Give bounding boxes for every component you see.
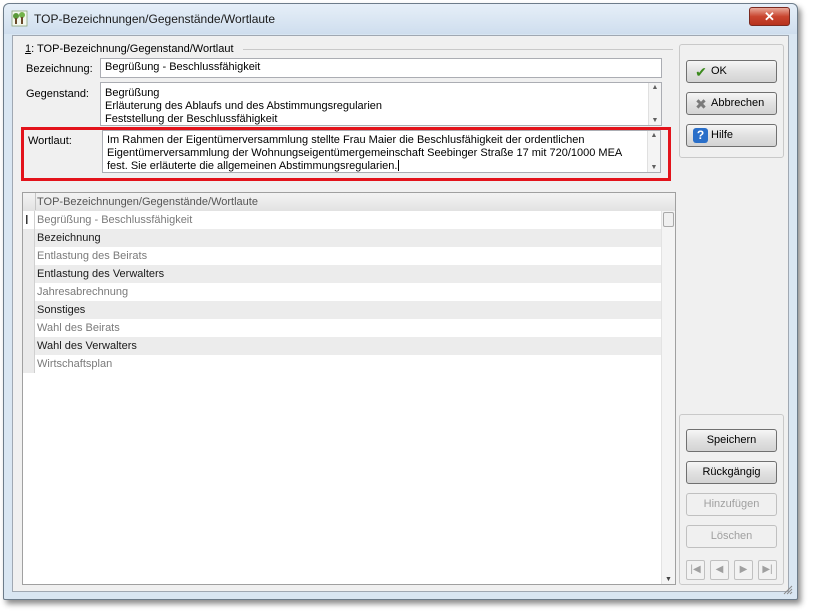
save-button[interactable]: Speichern <box>686 429 777 452</box>
table-row[interactable]: Wahl des Verwalters <box>23 337 663 355</box>
checkmark-icon: ✔ <box>695 64 707 80</box>
table-row[interactable]: Entlastung des Verwalters <box>23 265 663 283</box>
scroll-down-icon[interactable]: ▼ <box>662 576 675 583</box>
row-selector[interactable] <box>23 301 35 319</box>
undo-button[interactable]: Rückgängig <box>686 461 777 484</box>
delete-button[interactable]: Löschen <box>686 525 777 548</box>
row-selector[interactable]: I <box>23 211 35 229</box>
gegenstand-scrollbar[interactable]: ▲ ▼ <box>648 83 661 125</box>
table-row[interactable]: I Begrüßung - Beschlussfähigkeit <box>23 211 663 229</box>
group-divider <box>243 49 673 50</box>
grid-corner <box>23 193 36 210</box>
table-row[interactable]: Wirtschaftsplan <box>23 355 663 373</box>
gegenstand-textarea[interactable]: Begrüßung Erläuterung des Ablaufs und de… <box>100 82 662 126</box>
row-selector[interactable] <box>23 283 35 301</box>
scroll-down-icon[interactable]: ▼ <box>650 116 660 125</box>
next-record-button[interactable]: ▶ <box>734 560 753 580</box>
first-icon: |◀ <box>690 564 701 575</box>
gegenstand-line: Feststellung der Beschlussfähigkeit <box>105 113 278 125</box>
close-button[interactable]: ✕ <box>749 7 790 26</box>
title-bar[interactable]: TOP-Bezeichnungen/Gegenstände/Wortlaute … <box>4 4 797 34</box>
close-icon: ✕ <box>764 9 775 24</box>
bezeichnung-value: Begrüßung - Beschlussfähigkeit <box>105 61 261 73</box>
table-row[interactable]: Bezeichnung <box>23 229 663 247</box>
row-selector[interactable] <box>23 265 35 283</box>
row-selector[interactable] <box>23 229 35 247</box>
app-tree-icon <box>11 10 28 27</box>
bezeichnung-input[interactable]: Begrüßung - Beschlussfähigkeit <box>100 58 662 78</box>
table-row[interactable]: Entlastung des Beirats <box>23 247 663 265</box>
group-title: 1: TOP-Bezeichnung/Gegenstand/Wortlaut <box>25 43 234 55</box>
table-row[interactable]: Jahresabrechnung <box>23 283 663 301</box>
ok-button[interactable]: ✔ OK <box>686 60 777 83</box>
cancel-button[interactable]: ✖ Abbrechen <box>686 92 777 115</box>
scroll-up-icon[interactable]: ▲ <box>650 83 660 92</box>
gegenstand-line: Begrüßung <box>105 87 160 99</box>
gegenstand-line: Erläuterung des Ablaufs und des Abstimmu… <box>105 100 383 112</box>
grid-header: TOP-Bezeichnungen/Gegenstände/Wortlaute <box>23 193 675 212</box>
grid-column-header[interactable]: TOP-Bezeichnungen/Gegenstände/Wortlaute <box>37 196 258 208</box>
gegenstand-label: Gegenstand: <box>26 88 89 100</box>
grid-scroll-thumb[interactable] <box>663 212 674 227</box>
items-grid: TOP-Bezeichnungen/Gegenstände/Wortlaute … <box>22 192 676 585</box>
grid-scrollbar[interactable]: ▼ <box>661 211 675 584</box>
first-record-button[interactable]: |◀ <box>686 560 705 580</box>
row-selector[interactable] <box>23 319 35 337</box>
table-row[interactable]: Wahl des Beirats <box>23 319 663 337</box>
prev-icon: ◀ <box>715 564 724 575</box>
last-record-button[interactable]: ▶| <box>758 560 777 580</box>
cancel-x-icon: ✖ <box>695 96 707 112</box>
resize-grip-icon[interactable] <box>781 583 793 595</box>
next-icon: ▶ <box>739 564 748 575</box>
table-row[interactable]: Sonstiges <box>23 301 663 319</box>
last-icon: ▶| <box>762 564 773 575</box>
row-selector[interactable] <box>23 337 35 355</box>
row-selector[interactable] <box>23 247 35 265</box>
wortlaut-highlight-box <box>21 127 671 181</box>
prev-record-button[interactable]: ◀ <box>710 560 729 580</box>
row-selector[interactable] <box>23 355 35 373</box>
window-title: TOP-Bezeichnungen/Gegenstände/Wortlaute <box>34 12 276 26</box>
dialog-window: TOP-Bezeichnungen/Gegenstände/Wortlaute … <box>3 3 798 600</box>
dialog-client-area: 1: TOP-Bezeichnung/Gegenstand/Wortlaut B… <box>12 35 789 592</box>
help-button[interactable]: ? Hilfe <box>686 124 777 147</box>
add-button[interactable]: Hinzufügen <box>686 493 777 516</box>
bezeichnung-label: Bezeichnung: <box>26 63 93 75</box>
text-cursor-icon: I <box>25 212 29 227</box>
help-icon: ? <box>693 128 708 143</box>
